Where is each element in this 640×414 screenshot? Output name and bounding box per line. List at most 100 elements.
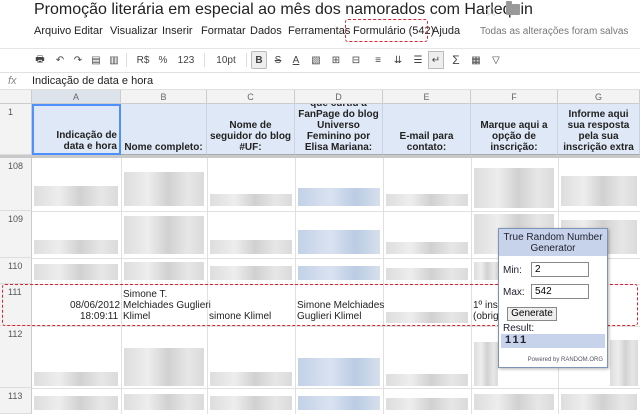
redo-icon[interactable]: ↷ (70, 51, 86, 69)
redacted-cell (474, 168, 554, 208)
redacted-link (298, 230, 380, 254)
title-bar: Promoção literária em especial ao mês do… (0, 0, 640, 22)
number-format-button[interactable]: 123 (172, 51, 200, 69)
paint-format-icon[interactable]: ▤ (88, 51, 104, 69)
star-icon[interactable]: ☆ (484, 1, 498, 21)
chart-icon[interactable]: ▦ (468, 51, 484, 69)
random-number-widget: True Random Number Generator Min: Max: G… (498, 228, 608, 368)
generate-button[interactable]: Generate (507, 307, 557, 321)
column-header-e[interactable]: E (383, 90, 471, 104)
frozen-divider (0, 155, 640, 158)
folder-icon[interactable] (506, 1, 520, 15)
menu-ajuda[interactable]: Ajuda (432, 25, 460, 37)
toolbar-divider (246, 53, 247, 67)
min-input[interactable] (531, 262, 589, 277)
fill-color-icon[interactable]: ▧ (308, 51, 324, 69)
filter-icon[interactable]: ▽ (488, 51, 504, 69)
menu-dados[interactable]: Dados (250, 25, 282, 37)
redacted-cell (34, 396, 118, 410)
redacted-cell (386, 268, 468, 280)
redacted-cell (210, 372, 292, 386)
menu-formatar[interactable]: Formatar (201, 25, 246, 37)
row-header-109[interactable]: 109 (0, 211, 32, 258)
max-input[interactable] (531, 284, 589, 299)
widget-title-line2: Generator (530, 243, 576, 254)
vertical-align-icon[interactable]: ⇊ (390, 51, 406, 69)
header-cell-a[interactable]: Indicação de data e hora (32, 104, 121, 155)
redacted-cell (34, 186, 118, 206)
row-header-113[interactable]: 113 (0, 388, 32, 414)
column-header-g[interactable]: G (558, 90, 640, 104)
menu-ferramentas[interactable]: Ferramentas (288, 25, 350, 37)
redacted-cell (210, 396, 292, 410)
redacted-cell (386, 194, 468, 206)
undo-icon[interactable]: ↶ (52, 51, 68, 69)
formula-input[interactable]: Indicação de data e hora (32, 75, 153, 87)
column-header-f[interactable]: F (471, 90, 558, 104)
font-size-select[interactable]: 10pt (208, 51, 244, 69)
redacted-cell (34, 372, 118, 386)
row-header-1[interactable]: 1 (0, 104, 32, 155)
redacted-cell (474, 262, 498, 280)
formula-bar: fx Indicação de data e hora (0, 72, 640, 90)
menu-inserir[interactable]: Inserir (162, 25, 193, 37)
print-icon[interactable]: 🖶 (32, 51, 48, 69)
redacted-cell (561, 394, 637, 410)
insert-row-icon[interactable]: ☰ (410, 51, 426, 69)
redacted-cell (124, 216, 204, 254)
column-header-a[interactable]: A (32, 90, 121, 104)
merge-cells-icon[interactable]: ⊟ (348, 51, 364, 69)
redacted-cell (210, 266, 292, 280)
strikethrough-button[interactable]: S (270, 51, 286, 69)
header-cell-f[interactable]: Marque aqui a opção de inscrição: (471, 104, 558, 155)
functions-button[interactable]: Σ (448, 51, 464, 69)
gridline (32, 211, 640, 212)
bold-button[interactable]: B (251, 51, 267, 69)
document-title[interactable]: Promoção literária em especial ao mês do… (34, 1, 533, 19)
redacted-cell (124, 262, 204, 280)
menu-arquivo[interactable]: Arquivo (34, 25, 71, 37)
row-header-110[interactable]: 110 (0, 258, 32, 284)
gridline (32, 388, 640, 389)
percent-format-button[interactable]: % (156, 51, 170, 69)
powered-by-text[interactable]: Powered by RANDOM.ORG (528, 357, 603, 363)
redacted-cell (386, 398, 468, 410)
header-cell-d[interactable]: Link do perfil que curtiu a FanPage do b… (295, 104, 383, 155)
row-header-108[interactable]: 108 (0, 158, 32, 211)
redacted-cell (610, 340, 638, 386)
redacted-cell (124, 394, 204, 410)
redacted-cell (474, 342, 498, 386)
redacted-link (298, 396, 380, 410)
fx-icon: fx (8, 75, 17, 87)
redacted-cell (124, 172, 204, 206)
row-header-112[interactable]: 112 (0, 326, 32, 388)
paint-roller-icon[interactable]: ▥ (106, 51, 122, 69)
menu-editar[interactable]: Editar (74, 25, 103, 37)
header-cell-e[interactable]: E-mail para contato: (383, 104, 471, 155)
header-cell-b[interactable]: Nome completo: (121, 104, 207, 155)
min-label: Min: (503, 265, 522, 276)
widget-title-line1: True Random Number (503, 232, 603, 243)
widget-header: True Random Number Generator (499, 229, 607, 256)
result-label: Result: (503, 323, 535, 334)
redacted-cell (34, 264, 118, 280)
menu-visualizar[interactable]: Visualizar (110, 25, 158, 37)
redacted-link (298, 188, 380, 206)
redacted-cell (210, 194, 292, 206)
header-cell-g[interactable]: Informe aqui sua resposta pela sua inscr… (558, 104, 640, 155)
align-left-icon[interactable]: ≡ (370, 51, 386, 69)
save-status: Todas as alterações foram salvas (480, 26, 629, 37)
column-header-d[interactable]: D (295, 90, 383, 104)
toolbar-divider (126, 53, 127, 67)
column-header-b[interactable]: B (121, 90, 207, 104)
spreadsheet-window: Promoção literária em especial ao mês do… (0, 0, 640, 414)
redacted-cell (386, 242, 468, 254)
column-header-c[interactable]: C (207, 90, 295, 104)
select-all-corner[interactable] (0, 90, 32, 104)
text-color-button[interactable]: A (288, 51, 304, 69)
header-cell-c[interactable]: Nome de seguidor do blog #UF: (207, 104, 295, 155)
borders-icon[interactable]: ⊞ (328, 51, 344, 69)
currency-format-button[interactable]: R$ (132, 51, 154, 69)
wrap-text-icon[interactable]: ↵ (428, 51, 444, 69)
redacted-cell (34, 240, 118, 254)
